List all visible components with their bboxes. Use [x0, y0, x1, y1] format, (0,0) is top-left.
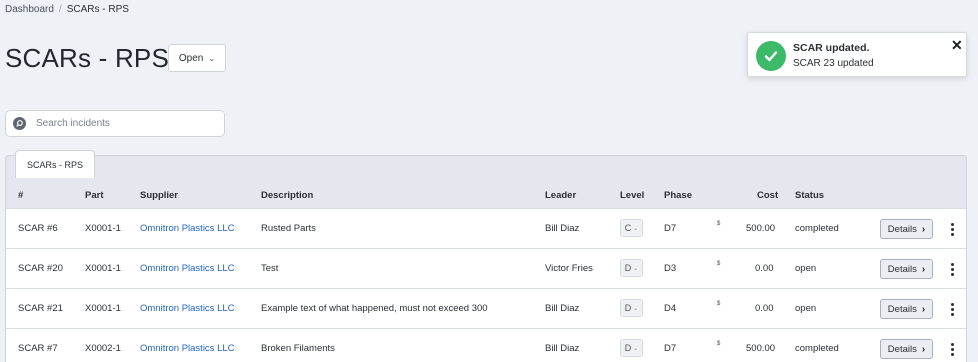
column-header-cost[interactable]: Cost [757, 190, 778, 201]
toast-message: SCAR 23 updated [793, 58, 874, 69]
leader: Victor Fries [545, 263, 593, 274]
level-value: D [624, 343, 632, 353]
currency-symbol: $ [717, 341, 721, 347]
table-row[interactable]: SCAR #20 X0001-1 Omnitron Plastics LLC T… [6, 248, 966, 288]
more-options-icon[interactable] [947, 219, 957, 239]
status: open [795, 303, 817, 314]
description: Broken Filaments [261, 343, 335, 354]
supplier-link[interactable]: Omnitron Plastics LLC [140, 263, 235, 274]
more-options-icon[interactable] [947, 259, 957, 279]
description: Example text of what happened, must not … [261, 303, 488, 314]
scar-number: SCAR #6 [18, 223, 58, 234]
breadcrumb: Dashboard / SCARs - RPS [5, 4, 129, 15]
phase: D4 [664, 303, 677, 314]
success-toast: SCAR updated. SCAR 23 updated ✕ [747, 32, 967, 77]
supplier-link[interactable]: Omnitron Plastics LLC [140, 223, 235, 234]
column-header-number[interactable]: # [18, 190, 23, 201]
search-input[interactable] [36, 118, 216, 129]
description: Test [261, 263, 279, 274]
breadcrumb-current: SCARs - RPS [66, 4, 129, 15]
scar-number: SCAR #7 [18, 343, 58, 354]
leader: Bill Diaz [545, 343, 580, 354]
column-header-description[interactable]: Description [261, 190, 313, 201]
phase: D3 [664, 263, 677, 274]
column-header-level[interactable]: Level [620, 190, 644, 201]
search-box[interactable] [5, 110, 225, 137]
details-label: Details [887, 263, 917, 275]
cost: 500.00 [746, 343, 776, 354]
tab-scars-rps[interactable]: SCARs - RPS [15, 150, 95, 178]
level-value: D [624, 263, 632, 273]
status: open [795, 263, 817, 274]
breadcrumb-dashboard-link[interactable]: Dashboard [5, 4, 54, 15]
supplier-link[interactable]: Omnitron Plastics LLC [140, 343, 235, 354]
column-header-part[interactable]: Part [85, 190, 103, 201]
chevron-down-icon: ⌄ [633, 265, 639, 272]
close-icon[interactable]: ✕ [951, 37, 963, 54]
scar-table-panel: SCARs - RPS # Part Supplier Description … [5, 150, 967, 362]
scar-number: SCAR #21 [18, 303, 63, 314]
part-number: X0001-1 [85, 223, 121, 234]
chevron-down-icon: ⌄ [633, 305, 639, 312]
cost: 0.00 [755, 263, 774, 274]
details-button[interactable]: Details › [880, 219, 933, 239]
details-button[interactable]: Details › [880, 259, 933, 279]
check-circle-icon [756, 41, 786, 71]
phase: D7 [664, 343, 677, 354]
search-icon [13, 117, 26, 130]
part-number: X0002-1 [85, 343, 121, 354]
phase: D7 [664, 223, 677, 234]
details-label: Details [887, 343, 917, 355]
scar-number: SCAR #20 [18, 263, 63, 274]
column-header-leader[interactable]: Leader [545, 190, 576, 201]
cost: 500.00 [746, 223, 776, 234]
column-header-status[interactable]: Status [795, 190, 824, 201]
leader: Bill Diaz [545, 303, 580, 314]
more-options-icon[interactable] [947, 339, 957, 359]
level-select[interactable]: C ⌄ [620, 219, 643, 237]
chevron-down-icon: ⌄ [208, 53, 216, 63]
currency-symbol: $ [717, 301, 721, 307]
supplier-link[interactable]: Omnitron Plastics LLC [140, 303, 235, 314]
table-row[interactable]: SCAR #7 X0002-1 Omnitron Plastics LLC Br… [6, 328, 966, 362]
level-select[interactable]: D ⌄ [620, 339, 643, 357]
table-header: # Part Supplier Description Leader Level… [6, 186, 966, 208]
level-value: C [624, 223, 632, 233]
chevron-right-icon: › [921, 263, 926, 275]
details-label: Details [887, 223, 917, 235]
description: Rusted Parts [261, 223, 316, 234]
table-row[interactable]: SCAR #21 X0001-1 Omnitron Plastics LLC E… [6, 288, 966, 328]
table-row[interactable]: SCAR #6 X0001-1 Omnitron Plastics LLC Ru… [6, 208, 966, 248]
level-select[interactable]: D ⌄ [620, 259, 643, 277]
chevron-down-icon: ⌄ [633, 345, 639, 352]
page-title: SCARs - RPS [5, 43, 170, 73]
breadcrumb-separator: / [58, 4, 62, 15]
cost: 0.00 [755, 303, 774, 314]
part-number: X0001-1 [85, 263, 121, 274]
status-filter-value: Open [178, 52, 204, 64]
column-header-supplier[interactable]: Supplier [140, 190, 178, 201]
level-value: D [624, 303, 632, 313]
currency-symbol: $ [717, 261, 721, 267]
chevron-down-icon: ⌄ [633, 225, 639, 232]
details-button[interactable]: Details › [880, 339, 933, 359]
part-number: X0001-1 [85, 303, 121, 314]
toast-title: SCAR updated. [793, 42, 870, 54]
chevron-right-icon: › [921, 303, 926, 315]
table-body: SCAR #6 X0001-1 Omnitron Plastics LLC Ru… [6, 208, 966, 362]
details-button[interactable]: Details › [880, 299, 933, 319]
status-filter-dropdown[interactable]: Open ⌄ [168, 44, 226, 72]
level-select[interactable]: D ⌄ [620, 299, 643, 317]
details-label: Details [887, 303, 917, 315]
chevron-right-icon: › [921, 223, 926, 235]
currency-symbol: $ [717, 221, 721, 227]
more-options-icon[interactable] [947, 299, 957, 319]
chevron-right-icon: › [921, 343, 926, 355]
status: completed [795, 343, 839, 354]
column-header-phase[interactable]: Phase [664, 190, 692, 201]
leader: Bill Diaz [545, 223, 580, 234]
status: completed [795, 223, 839, 234]
